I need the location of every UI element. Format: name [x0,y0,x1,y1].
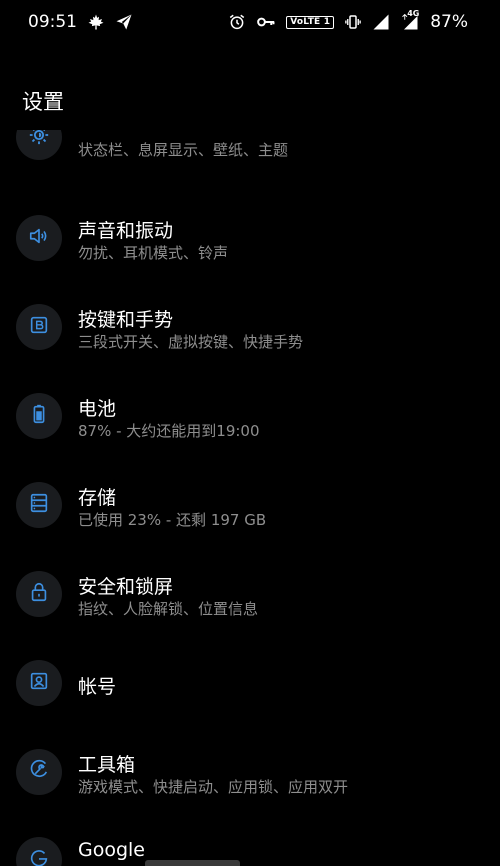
status-bar: 09:51 VoLTE 1 4G 87% [0,0,500,44]
maple-leaf-icon [87,12,105,32]
alarm-icon [228,12,246,32]
settings-item-storage[interactable]: 存储 已使用 23% - 还剩 197 GB [0,459,500,548]
battery-percent: 87% [430,12,468,32]
settings-item-sound[interactable]: 声音和振动 勿扰、耳机模式、铃声 [0,192,500,281]
page-title: 设置 [22,90,64,114]
brightness-icon [28,130,50,150]
icon-circle [16,393,62,439]
settings-item-title: 帐号 [78,676,117,698]
button-b-icon [28,314,50,340]
status-bar-left: 09:51 [28,12,133,32]
lock-icon [28,581,50,607]
key-icon [256,12,276,32]
vibrate-icon [344,12,362,32]
settings-item-security[interactable]: 安全和锁屏 指纹、人脸解锁、位置信息 [0,548,500,637]
status-bar-right: VoLTE 1 4G 87% [228,9,468,32]
settings-item-toolbox[interactable]: 工具箱 游戏模式、快捷启动、应用锁、应用双开 [0,726,500,815]
settings-item-account[interactable]: 帐号 [0,637,500,726]
settings-item-title: 电池 [78,398,117,420]
send-icon [115,12,133,32]
settings-item-google[interactable]: Google [0,815,500,866]
icon-circle [16,837,62,866]
icon-circle [16,749,62,795]
icon-circle [16,482,62,528]
signal-4g-icon: 4G [400,9,420,32]
settings-item-subtitle: 三段式开关、虚拟按键、快捷手势 [78,333,304,351]
volte-icon: VoLTE 1 [286,12,335,32]
settings-item-title: 声音和振动 [78,220,174,242]
settings-item-subtitle: 已使用 23% - 还剩 197 GB [78,511,267,529]
network-type-label: 4G [407,9,420,18]
status-time: 09:51 [28,12,77,32]
settings-item-subtitle: 指纹、人脸解锁、位置信息 [78,600,259,618]
settings-item-title: 按键和手势 [78,309,174,331]
icon-circle [16,660,62,706]
volte-badge: VoLTE 1 [286,15,335,29]
battery-icon [28,403,50,429]
settings-item-title: 显示 [78,130,116,131]
settings-item-title: 安全和锁屏 [78,576,174,598]
icon-circle [16,215,62,261]
settings-item-title: Google [78,839,146,861]
icon-circle [16,304,62,350]
speaker-icon [28,225,50,251]
settings-item-title: 工具箱 [78,754,136,776]
icon-circle [16,571,62,617]
account-icon [28,670,50,696]
settings-item-subtitle: 87% - 大约还能用到19:00 [78,422,260,440]
toolbox-icon [28,759,50,785]
google-icon [28,847,50,866]
home-indicator[interactable] [145,860,240,866]
storage-icon [28,492,50,518]
settings-item-subtitle: 勿扰、耳机模式、铃声 [78,244,229,262]
settings-item-title: 存储 [78,487,117,509]
settings-item-battery[interactable]: 电池 87% - 大约还能用到19:00 [0,370,500,459]
settings-list[interactable]: 显示 状态栏、息屏显示、壁纸、主题 声音和振动 勿扰、耳机模式、铃声 按 [0,130,500,866]
signal-icon [372,12,390,32]
settings-item-subtitle: 状态栏、息屏显示、壁纸、主题 [78,141,289,159]
icon-circle [16,130,62,160]
settings-item-subtitle: 游戏模式、快捷启动、应用锁、应用双开 [78,778,349,796]
settings-item-buttons-gestures[interactable]: 按键和手势 三段式开关、虚拟按键、快捷手势 [0,281,500,370]
